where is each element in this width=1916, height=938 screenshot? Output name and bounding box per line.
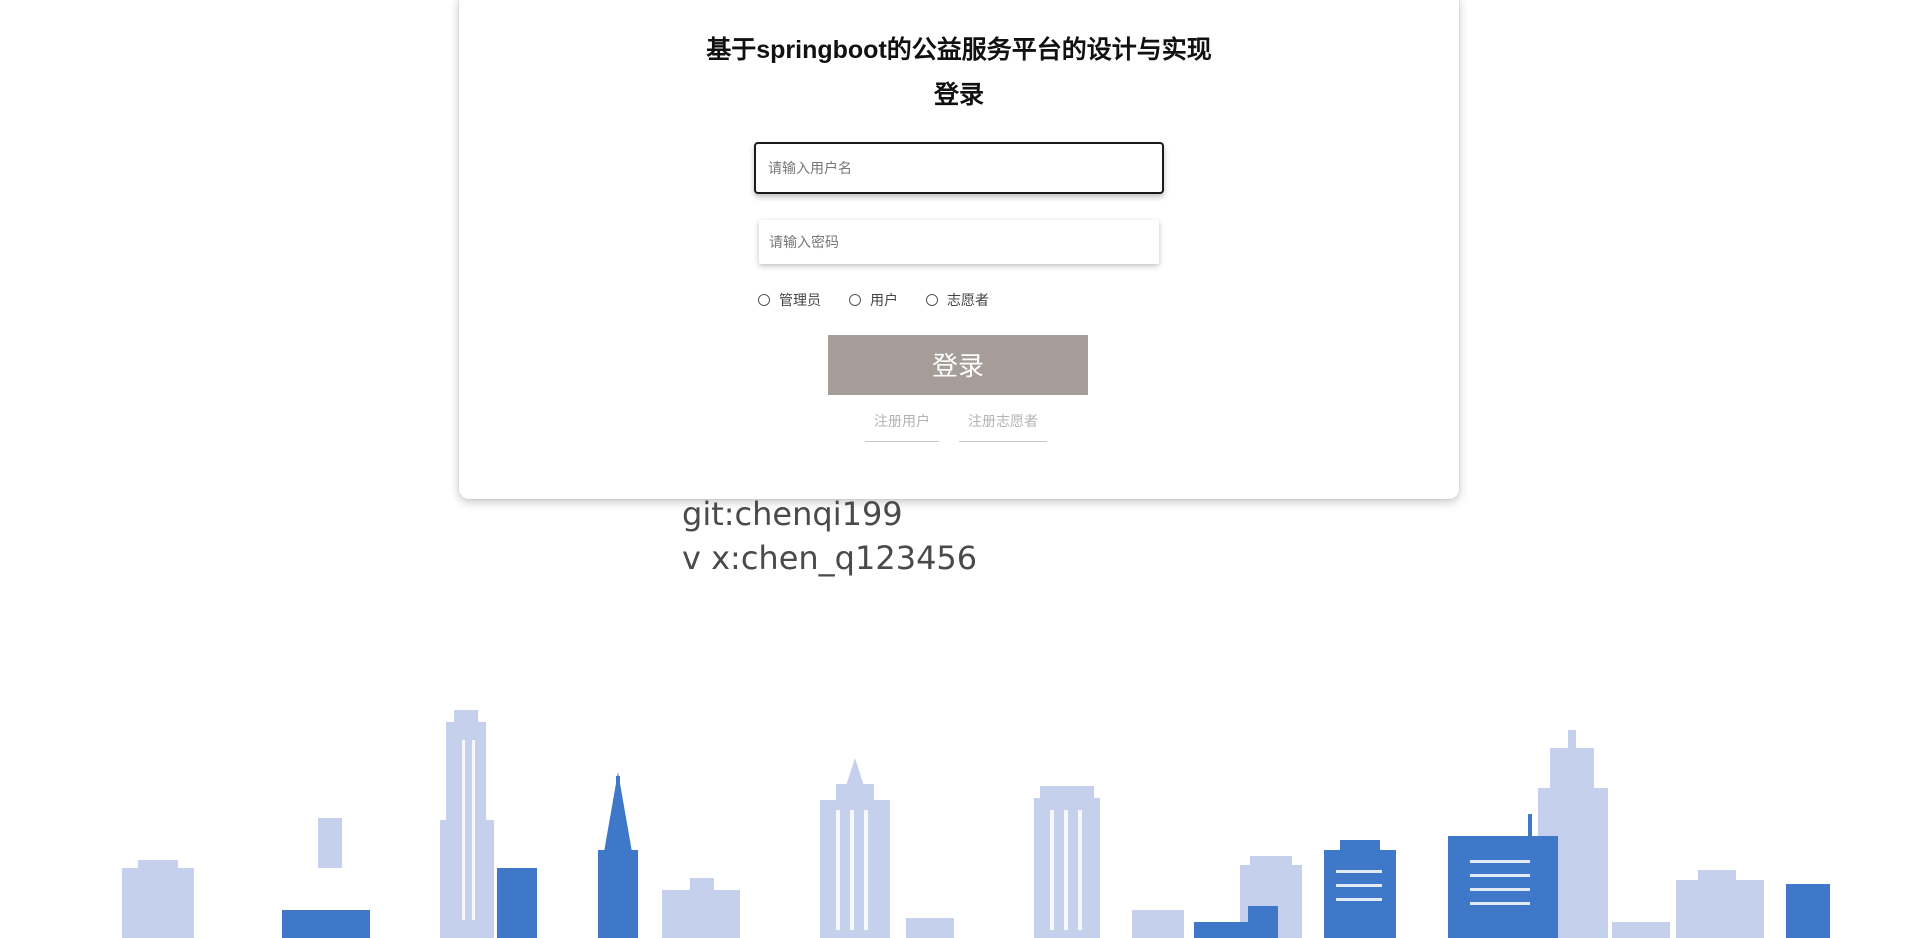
- radio-circle-icon: [849, 294, 861, 306]
- role-label-user: 用户: [870, 292, 898, 308]
- radio-circle-icon: [758, 294, 770, 306]
- role-radio-user[interactable]: 用户: [849, 290, 898, 310]
- login-card: 基于springboot的公益服务平台的设计与实现 登录 管理员 用户 志愿者 …: [459, 0, 1459, 499]
- page-title: 基于springboot的公益服务平台的设计与实现: [706, 36, 1212, 64]
- git-info-text: git:chenqi199: [682, 495, 903, 533]
- role-label-admin: 管理员: [779, 292, 821, 308]
- password-input[interactable]: [759, 220, 1159, 264]
- role-label-volunteer: 志愿者: [947, 292, 989, 308]
- register-links: 注册用户 注册志愿者: [865, 411, 1067, 442]
- role-radio-group: 管理员 用户 志愿者: [758, 290, 1017, 310]
- login-button[interactable]: 登录: [828, 335, 1088, 395]
- radio-circle-icon: [926, 294, 938, 306]
- login-page: 基于springboot的公益服务平台的设计与实现 登录 管理员 用户 志愿者 …: [0, 0, 1916, 938]
- username-input[interactable]: [754, 142, 1164, 194]
- login-heading: 登录: [933, 81, 984, 109]
- vx-info-text: v x:chen_q123456: [682, 539, 978, 577]
- role-radio-volunteer[interactable]: 志愿者: [926, 290, 989, 310]
- role-radio-admin[interactable]: 管理员: [758, 290, 821, 310]
- register-user-link[interactable]: 注册用户: [865, 411, 939, 442]
- register-volunteer-link[interactable]: 注册志愿者: [959, 411, 1047, 442]
- city-skyline-illustration: [122, 710, 1830, 938]
